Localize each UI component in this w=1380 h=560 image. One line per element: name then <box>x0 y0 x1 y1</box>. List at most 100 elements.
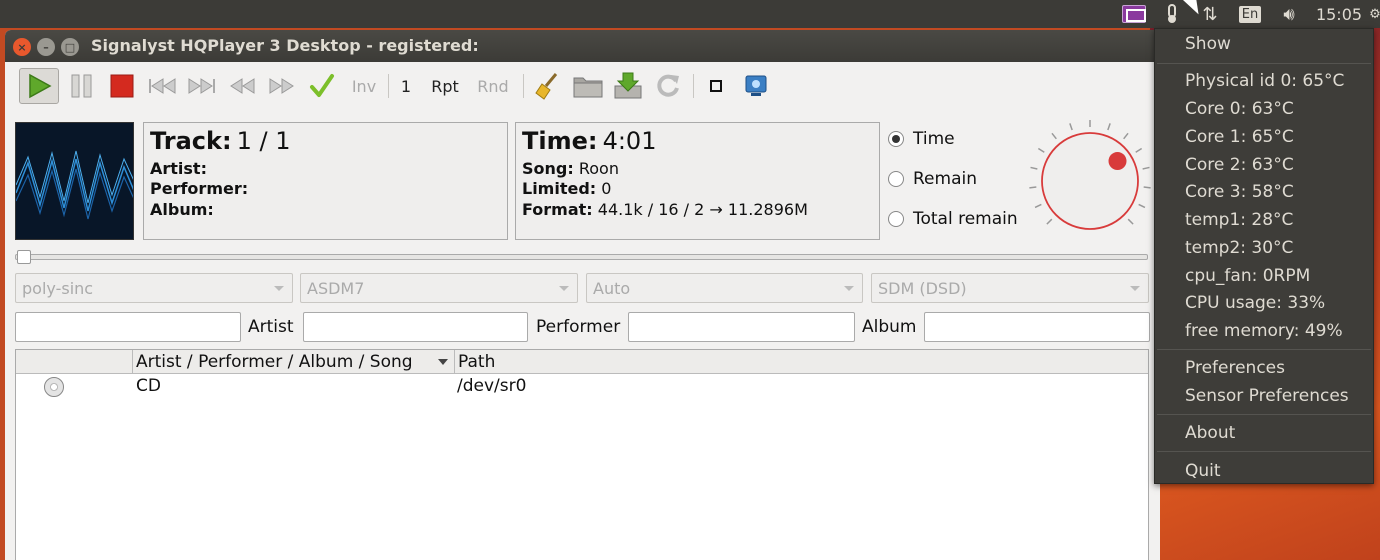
monitor-icon <box>745 75 767 96</box>
menu-item-sensor[interactable]: Physical id 0: 65°C <box>1185 71 1344 91</box>
shaper-select[interactable]: ASDM7 <box>300 273 578 303</box>
play-button[interactable] <box>19 68 59 104</box>
seek-bar[interactable] <box>15 254 1148 260</box>
time-value: 4:01 <box>602 127 657 155</box>
format-label: Format: <box>522 200 593 219</box>
rate-select[interactable]: Auto <box>586 273 863 303</box>
window-mode-button[interactable] <box>701 68 731 104</box>
performer-filter-label: Performer <box>536 317 621 337</box>
volume-knob-tick <box>1138 203 1146 209</box>
time-info-panel: Time: 4:01 Song: Roon Limited: 0 Format:… <box>515 122 880 240</box>
artist-filter-input[interactable] <box>303 312 528 342</box>
menu-item-quit[interactable]: Quit <box>1185 461 1221 481</box>
stop-button[interactable] <box>105 68 139 104</box>
session-gear-icon[interactable]: ⚙ <box>1368 0 1380 28</box>
radio-remain-label: Remain <box>913 169 977 189</box>
album-filter-input[interactable] <box>924 312 1150 342</box>
album-art <box>15 122 134 240</box>
track-label: Track: <box>150 127 232 155</box>
performer-filter-input[interactable] <box>628 312 855 342</box>
song-value: Roon <box>578 159 619 178</box>
seek-handle[interactable] <box>17 250 31 264</box>
square-icon <box>710 80 722 92</box>
volume-knob-tick <box>1037 147 1045 153</box>
volume-knob-tick <box>1046 218 1053 225</box>
library-list[interactable]: Artist / Performer / Album / Song Path C… <box>15 349 1149 560</box>
limited-label: Limited: <box>522 179 597 198</box>
filter-select[interactable]: poly-sinc <box>15 273 293 303</box>
column-header-icon[interactable] <box>16 350 132 374</box>
radio-total-remain-button[interactable] <box>888 211 904 227</box>
menu-item-sensor[interactable]: Core 2: 63°C <box>1185 155 1294 175</box>
menu-item-preferences[interactable]: Preferences <box>1185 358 1285 378</box>
menu-item-sensor[interactable]: Core 1: 65°C <box>1185 127 1294 147</box>
mode-select[interactable]: SDM (DSD) <box>871 273 1149 303</box>
previous-track-button[interactable] <box>145 68 179 104</box>
menu-item-sensor[interactable]: Core 3: 58°C <box>1185 182 1294 202</box>
download-tray-icon <box>614 72 642 99</box>
pause-button[interactable] <box>65 68 99 104</box>
save-playlist-button[interactable] <box>611 68 645 104</box>
radio-total-remain[interactable]: Total remain <box>888 208 1018 230</box>
toolbar: Inv 1 Rpt Rnd <box>13 66 1153 106</box>
pause-icon <box>71 74 92 98</box>
apply-button[interactable] <box>305 68 339 104</box>
rewind-icon <box>230 78 255 94</box>
maximize-window-button[interactable]: □ <box>61 38 79 56</box>
rewind-button[interactable] <box>225 68 259 104</box>
hqplayer-window: × – □ Signalyst HQPlayer 3 Desktop - reg… <box>5 30 1160 560</box>
chevron-down-icon <box>1130 286 1140 291</box>
search-input[interactable] <box>15 312 241 342</box>
artist-label: Artist: <box>150 159 207 178</box>
toolbar-separator <box>388 74 389 98</box>
minimize-window-button[interactable]: – <box>37 38 55 56</box>
radio-remain-button[interactable] <box>888 171 904 187</box>
clear-playlist-button[interactable] <box>530 68 564 104</box>
menu-item-sensor-preferences[interactable]: Sensor Preferences <box>1185 386 1349 406</box>
format-value: 44.1k / 16 / 2 → 11.2896M <box>597 200 808 219</box>
radio-time-label: Time <box>913 129 955 149</box>
open-folder-button[interactable] <box>571 68 605 104</box>
close-window-button[interactable]: × <box>13 38 31 56</box>
repeat-count[interactable]: 1 <box>395 68 417 104</box>
fast-forward-icon <box>269 78 294 94</box>
limited-value: 0 <box>601 179 612 198</box>
fast-forward-button[interactable] <box>265 68 299 104</box>
list-header: Artist / Performer / Album / Song Path <box>16 350 1148 374</box>
clock[interactable]: 15:05 <box>1312 0 1366 28</box>
menu-item-sensor[interactable]: Core 0: 63°C <box>1185 99 1294 119</box>
sort-down-icon <box>438 359 448 365</box>
menu-item-show[interactable]: Show <box>1185 34 1231 54</box>
indicator-screen-icon[interactable] <box>1120 0 1148 28</box>
list-item-path: /dev/sr0 <box>457 376 527 396</box>
menu-item-sensor[interactable]: temp2: 30°C <box>1185 238 1293 258</box>
column-header-name[interactable]: Artist / Performer / Album / Song <box>132 350 454 374</box>
album-filter-label: Album <box>862 317 917 337</box>
display-settings-button[interactable] <box>739 68 773 104</box>
thermometer-icon[interactable] <box>1160 0 1184 28</box>
radio-time-button[interactable] <box>888 131 904 147</box>
language-indicator[interactable]: En <box>1237 0 1263 28</box>
volume-knob[interactable] <box>1027 118 1153 244</box>
refresh-button[interactable] <box>651 68 685 104</box>
invert-button[interactable]: Inv <box>347 68 381 104</box>
next-track-button[interactable] <box>185 68 219 104</box>
radio-remain[interactable]: Remain <box>888 168 977 190</box>
random-button[interactable]: Rnd <box>473 68 513 104</box>
volume-icon[interactable]: 🔊︎ <box>1274 0 1304 28</box>
refresh-icon <box>657 74 679 97</box>
radio-total-remain-label: Total remain <box>913 209 1018 229</box>
menu-item-sensor[interactable]: temp1: 28°C <box>1185 210 1293 230</box>
menu-item-about[interactable]: About <box>1185 423 1235 443</box>
column-header-path[interactable]: Path <box>454 350 1148 374</box>
repeat-button[interactable]: Rpt <box>425 68 465 104</box>
rate-value: Auto <box>593 279 631 298</box>
toolbar-separator <box>693 74 694 98</box>
menu-item-sensor[interactable]: CPU usage: 33% <box>1185 293 1325 313</box>
menu-item-sensor[interactable]: cpu_fan: 0RPM <box>1185 266 1310 286</box>
radio-time[interactable]: Time <box>888 128 955 150</box>
menu-item-sensor[interactable]: free memory: 49% <box>1185 321 1343 341</box>
volume-knob-tick <box>1051 132 1057 140</box>
shaper-value: ASDM7 <box>307 279 365 298</box>
track-info-panel: Track: 1 / 1 Artist: Performer: Album: <box>143 122 508 240</box>
